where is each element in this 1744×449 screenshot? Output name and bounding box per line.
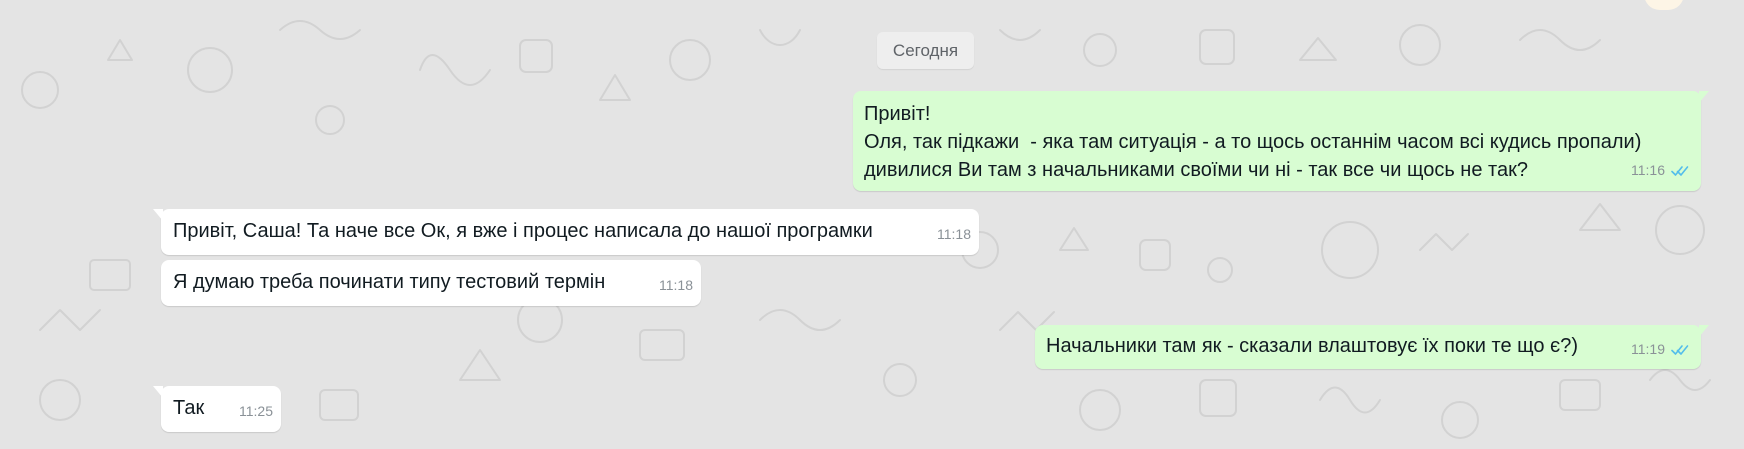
message-time: 11:19 (1631, 341, 1665, 357)
message-meta: 11:18 (937, 220, 971, 249)
incoming-message[interactable]: Привіт, Саша! Та наче все Ок, я вже і пр… (153, 209, 979, 255)
message-meta: 11:25 (239, 397, 273, 426)
message-text-line: дивилися Ви там з начальниками своїми чи… (864, 159, 1528, 181)
date-separator: Сегодня (877, 32, 974, 69)
message-meta: 11:19 (1631, 335, 1689, 364)
message-text: Привіт, Саша! Та наче все Ок, я вже і пр… (173, 220, 873, 242)
message-time: 11:18 (659, 277, 693, 293)
message-meta: 11:18 (659, 271, 693, 300)
double-check-icon (1671, 344, 1689, 355)
message-text: Я думаю треба починати типу тестовий тер… (173, 271, 606, 293)
message-text: Так (173, 397, 205, 419)
message-time: 11:18 (937, 226, 971, 242)
message-text-line: Оля, так підкажи - яка там ситуація - а … (864, 131, 1642, 153)
incoming-message[interactable]: Я думаю треба починати типу тестовий тер… (161, 260, 701, 306)
message-text: Начальники там як - сказали влаштовує їх… (1046, 335, 1579, 357)
message-meta: 11:16 (1631, 156, 1689, 185)
message-text-line: Привіт! (864, 103, 931, 125)
outgoing-message[interactable]: Привіт! Оля, так підкажи - яка там ситуа… (853, 91, 1709, 191)
message-time: 11:16 (1631, 162, 1665, 178)
outgoing-message[interactable]: Начальники там як - сказали влаштовує їх… (1035, 325, 1709, 369)
message-time: 11:25 (239, 403, 273, 419)
double-check-icon (1671, 165, 1689, 176)
incoming-message[interactable]: Так 11:25 (153, 386, 281, 432)
